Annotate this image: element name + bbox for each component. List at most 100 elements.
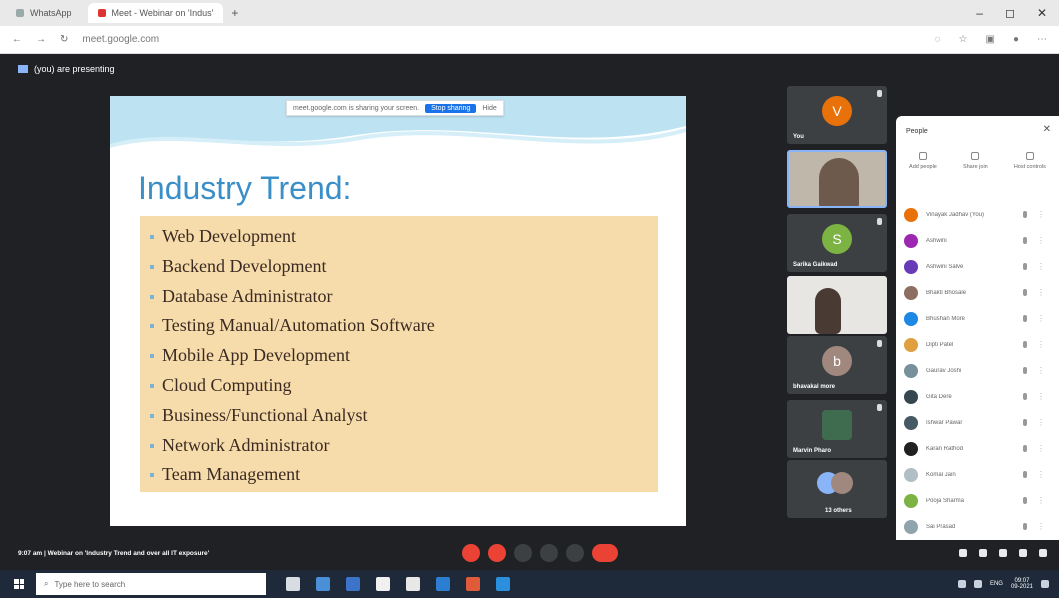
participant-tile[interactable]: b bhavakal more: [787, 336, 887, 394]
extension-icon[interactable]: ◌: [935, 34, 941, 45]
new-tab-button[interactable]: +: [231, 6, 238, 20]
participant-row[interactable]: Ishwar Pawar ⋮: [896, 410, 1059, 436]
more-icon[interactable]: ⋮: [1037, 262, 1045, 271]
more-icon[interactable]: ⋮: [1037, 470, 1045, 479]
taskbar-app-icon[interactable]: [376, 577, 390, 591]
participant-tile-video[interactable]: [787, 276, 887, 334]
taskbar-app-icon[interactable]: [406, 577, 420, 591]
mic-icon: [877, 340, 882, 347]
participant-row[interactable]: Bhakti Bhosale ⋮: [896, 280, 1059, 306]
camera-toggle-button[interactable]: [488, 544, 506, 562]
present-button[interactable]: [540, 544, 558, 562]
url-field[interactable]: meet.google.com: [82, 34, 159, 45]
participant-tile[interactable]: S Sarika Gaikwad: [787, 214, 887, 272]
reload-icon[interactable]: ↻: [60, 34, 68, 45]
back-icon[interactable]: ←: [12, 34, 22, 45]
participant-name: Sai Prasad: [926, 524, 956, 530]
more-icon[interactable]: ⋮: [1037, 444, 1045, 453]
panel-actions: Add people Share join Host controls: [896, 152, 1059, 170]
participant-row[interactable]: Gaurav Joshi ⋮: [896, 358, 1059, 384]
more-icon[interactable]: ⋮: [1037, 288, 1045, 297]
share-join-button[interactable]: Share join: [963, 152, 988, 170]
add-people-button[interactable]: Add people: [909, 152, 937, 170]
others-tile[interactable]: 13 others: [787, 460, 887, 518]
more-icon[interactable]: ⋯: [1037, 34, 1047, 45]
participant-tile-video[interactable]: [787, 150, 887, 208]
lock-icon[interactable]: [1039, 549, 1047, 557]
participant-row[interactable]: Komal Jain ⋮: [896, 462, 1059, 488]
taskbar-app-icon[interactable]: [436, 577, 450, 591]
mic-icon: [1023, 445, 1027, 452]
video-feed: [815, 288, 841, 334]
participant-row[interactable]: Dipti Patel ⋮: [896, 332, 1059, 358]
chat-icon[interactable]: [999, 549, 1007, 557]
activities-icon[interactable]: [1019, 549, 1027, 557]
participant-row[interactable]: Pooja Sharma ⋮: [896, 488, 1059, 514]
side-controls: [959, 549, 1047, 557]
notifications-icon[interactable]: [1041, 580, 1049, 588]
profile-icon[interactable]: ●: [1013, 34, 1019, 45]
info-icon[interactable]: [959, 549, 967, 557]
taskbar-app-icon[interactable]: [346, 577, 360, 591]
participant-row[interactable]: Gita Dere ⋮: [896, 384, 1059, 410]
more-icon[interactable]: ⋮: [1037, 496, 1045, 505]
bullet-item: Testing Manual/Automation Software: [150, 311, 658, 341]
people-icon[interactable]: [979, 549, 987, 557]
host-controls-button[interactable]: Host controls: [1014, 152, 1046, 170]
present-icon: [18, 65, 28, 73]
close-icon[interactable]: ✕: [1043, 124, 1051, 135]
language-label[interactable]: ENG: [990, 581, 1003, 587]
mic-icon: [1023, 367, 1027, 374]
favorites-icon[interactable]: ☆: [959, 34, 968, 45]
hide-button[interactable]: Hide: [482, 105, 496, 112]
network-icon[interactable]: [957, 580, 966, 588]
avatar: [904, 390, 918, 404]
more-icon[interactable]: ⋮: [1037, 340, 1045, 349]
participant-tile[interactable]: Marvin Pharo: [787, 400, 887, 458]
more-icon[interactable]: ⋮: [1037, 236, 1045, 245]
windows-start-icon[interactable]: [14, 579, 24, 589]
taskbar-app-icon[interactable]: [496, 577, 510, 591]
taskbar-app-icon[interactable]: [316, 577, 330, 591]
participant-row[interactable]: Sai Prasad ⋮: [896, 514, 1059, 540]
minimize-button[interactable]: –: [976, 6, 983, 20]
mic-icon: [1023, 289, 1027, 296]
mic-icon: [1023, 211, 1027, 218]
more-options-button[interactable]: [566, 544, 584, 562]
more-icon[interactable]: ⋮: [1037, 210, 1045, 219]
participant-row[interactable]: Ashwini Salve ⋮: [896, 254, 1059, 280]
avatar: [904, 442, 918, 456]
more-icon[interactable]: ⋮: [1037, 314, 1045, 323]
captions-button[interactable]: [514, 544, 532, 562]
mic-icon: [877, 404, 882, 411]
taskbar-search[interactable]: ⌕ Type here to search: [36, 573, 266, 595]
collections-icon[interactable]: ▣: [986, 34, 995, 45]
close-window-button[interactable]: ✕: [1037, 6, 1047, 20]
more-icon[interactable]: ⋮: [1037, 522, 1045, 531]
more-icon[interactable]: ⋮: [1037, 392, 1045, 401]
participant-name: Gaurav Joshi: [926, 368, 962, 374]
taskbar-app-icon[interactable]: [286, 577, 300, 591]
avatar: [904, 338, 918, 352]
participant-row[interactable]: Vinayak Jadhav (You) ⋮: [896, 202, 1059, 228]
forward-icon[interactable]: →: [36, 34, 46, 45]
volume-icon[interactable]: [973, 580, 982, 588]
clock[interactable]: 09:07 09-2021: [1011, 578, 1033, 590]
taskbar-app-icon[interactable]: [466, 577, 480, 591]
participant-row[interactable]: Bhushan More ⋮: [896, 306, 1059, 332]
more-icon[interactable]: ⋮: [1037, 366, 1045, 375]
participant-list: Vinayak Jadhav (You) ⋮ Ashwini ⋮ Ashwini Sal…: [896, 202, 1059, 592]
mic-toggle-button[interactable]: [462, 544, 480, 562]
stop-sharing-button[interactable]: Stop sharing: [425, 103, 477, 113]
participant-row[interactable]: Ashwini ⋮: [896, 228, 1059, 254]
tab-whatsapp[interactable]: WhatsApp: [6, 3, 82, 23]
action-label: Share join: [962, 164, 988, 170]
participant-row[interactable]: Karan Rathod ⋮: [896, 436, 1059, 462]
leave-call-button[interactable]: [592, 544, 618, 562]
more-icon[interactable]: ⋮: [1037, 418, 1045, 427]
people-panel: People ✕ Add people Share join Host cont…: [896, 116, 1059, 592]
tab-meet[interactable]: Meet - Webinar on 'Indus': [87, 3, 224, 23]
maximize-button[interactable]: ◻: [1005, 6, 1015, 20]
participant-name: Bhushan More: [926, 316, 966, 322]
participant-tile[interactable]: V You: [787, 86, 887, 144]
